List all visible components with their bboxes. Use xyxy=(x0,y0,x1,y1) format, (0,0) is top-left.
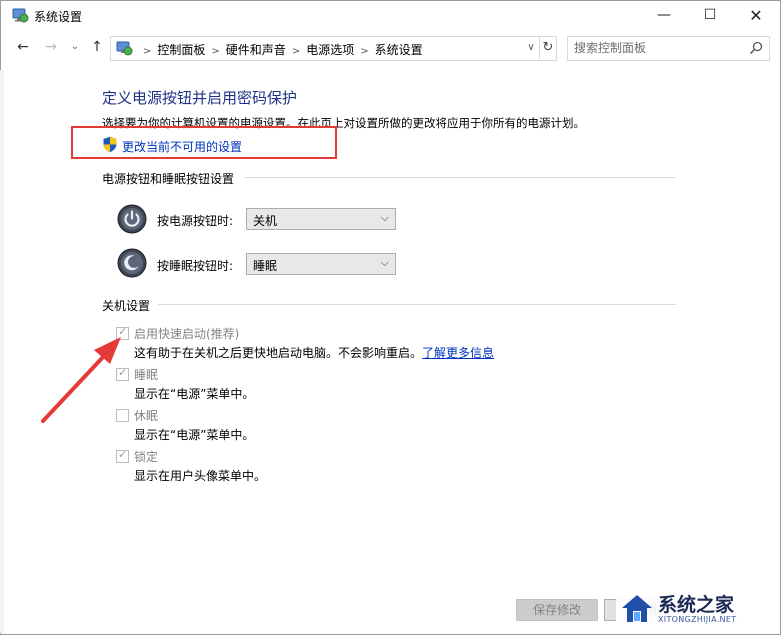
sleep-checkbox[interactable]: ✓ xyxy=(116,366,129,381)
search-input[interactable] xyxy=(574,40,744,56)
section-divider xyxy=(244,177,676,178)
lock-checkbox[interactable]: ✓ xyxy=(116,448,129,463)
navigation-bar: ← → ⌄ ↑ > 控制面板 > 硬件和声音 > 电源选项 > 系统设置 ∨ ↻ xyxy=(0,32,779,62)
fast-startup-checkbox[interactable]: ✓ xyxy=(116,325,129,340)
minimize-button[interactable]: — xyxy=(641,0,687,31)
search-icon[interactable] xyxy=(748,40,764,56)
forward-arrow-icon[interactable]: → xyxy=(42,38,60,56)
checkmark-icon: ✓ xyxy=(118,325,128,338)
sleep-button-icon xyxy=(117,248,147,278)
breadcrumb-item[interactable]: 系统设置 xyxy=(375,41,423,58)
watermark-subtitle: XITONGZHIJIA.NET xyxy=(658,615,737,624)
power-buttons-section-title: 电源按钮和睡眠按钮设置 xyxy=(102,172,235,186)
address-history-chevron-icon[interactable]: ∨ xyxy=(523,38,539,58)
breadcrumb-separator-icon[interactable]: > xyxy=(292,46,300,57)
title-bar: 系统设置 — ☐ ✕ xyxy=(0,0,779,31)
lock-option-label: 锁定 xyxy=(134,450,159,464)
sleep-button-label: 按睡眠按钮时: xyxy=(157,259,234,273)
save-changes-button[interactable]: 保存修改 xyxy=(516,599,598,621)
chevron-down-icon: ⌵ xyxy=(380,256,389,269)
checkmark-icon: ✓ xyxy=(118,448,128,461)
control-panel-icon xyxy=(116,41,133,56)
back-arrow-icon[interactable]: ← xyxy=(14,38,32,56)
refresh-icon[interactable]: ↻ xyxy=(539,37,556,59)
lock-option-description: 显示在用户头像菜单中。 xyxy=(134,469,267,483)
hibernate-checkbox[interactable] xyxy=(116,409,129,422)
fast-startup-description: 这有助于在关机之后更快地启动电脑。不会影响重启。了解更多信息 xyxy=(134,344,494,361)
watermark-house-icon xyxy=(622,595,652,622)
hibernate-option-label: 休眠 xyxy=(134,409,159,423)
watermark-title: 系统之家 xyxy=(658,594,735,616)
sleep-option-label: 睡眠 xyxy=(134,368,159,382)
sleep-button-action-select[interactable]: 睡眠 ⌵ xyxy=(246,253,396,275)
shutdown-section-title: 关机设置 xyxy=(102,299,151,313)
close-button[interactable]: ✕ xyxy=(733,0,779,31)
breadcrumb-separator-icon[interactable]: > xyxy=(211,46,219,57)
breadcrumb-item[interactable]: 电源选项 xyxy=(306,41,354,58)
control-panel-icon xyxy=(12,8,29,23)
fast-startup-description-text: 这有助于在关机之后更快地启动电脑。不会影响重启。 xyxy=(134,346,423,360)
uac-shield-icon xyxy=(103,136,117,153)
sleep-option-description: 显示在“电源”菜单中。 xyxy=(134,387,255,401)
breadcrumb-item[interactable]: 硬件和声音 xyxy=(226,41,286,58)
chevron-down-icon: ⌵ xyxy=(380,211,389,224)
window-title: 系统设置 xyxy=(34,10,83,24)
watermark: 系统之家 XITONGZHIJIA.NET xyxy=(616,586,780,632)
recent-locations-chevron-icon[interactable]: ⌄ xyxy=(66,38,84,56)
checkmark-icon: ✓ xyxy=(118,366,128,379)
sleep-button-action-value: 睡眠 xyxy=(253,259,278,273)
breadcrumb-item[interactable]: 控制面板 xyxy=(157,41,205,58)
search-box[interactable] xyxy=(567,36,770,61)
breadcrumb-separator-icon: > xyxy=(143,46,152,57)
change-settings-link-text[interactable]: 更改当前不可用的设置 xyxy=(122,138,242,155)
fast-startup-label: 启用快速启动(推荐) xyxy=(134,327,240,341)
breadcrumb: > 控制面板 > 硬件和声音 > 电源选项 > 系统设置 xyxy=(137,41,423,58)
power-button-action-select[interactable]: 关机 ⌵ xyxy=(246,208,396,230)
address-bar[interactable]: > 控制面板 > 硬件和声音 > 电源选项 > 系统设置 ∨ ↻ xyxy=(110,36,557,61)
background-window-edge xyxy=(0,70,4,633)
up-arrow-icon[interactable]: ↑ xyxy=(88,38,106,56)
learn-more-link[interactable]: 了解更多信息 xyxy=(422,346,494,360)
maximize-button[interactable]: ☐ xyxy=(687,0,733,31)
section-divider xyxy=(158,304,676,305)
power-button-action-value: 关机 xyxy=(253,214,278,228)
breadcrumb-separator-icon[interactable]: > xyxy=(360,46,368,57)
power-button-icon xyxy=(117,204,147,234)
power-button-label: 按电源按钮时: xyxy=(157,214,234,228)
page-title: 定义电源按钮并启用密码保护 xyxy=(102,89,298,107)
hibernate-option-description: 显示在“电源”菜单中。 xyxy=(134,428,255,442)
